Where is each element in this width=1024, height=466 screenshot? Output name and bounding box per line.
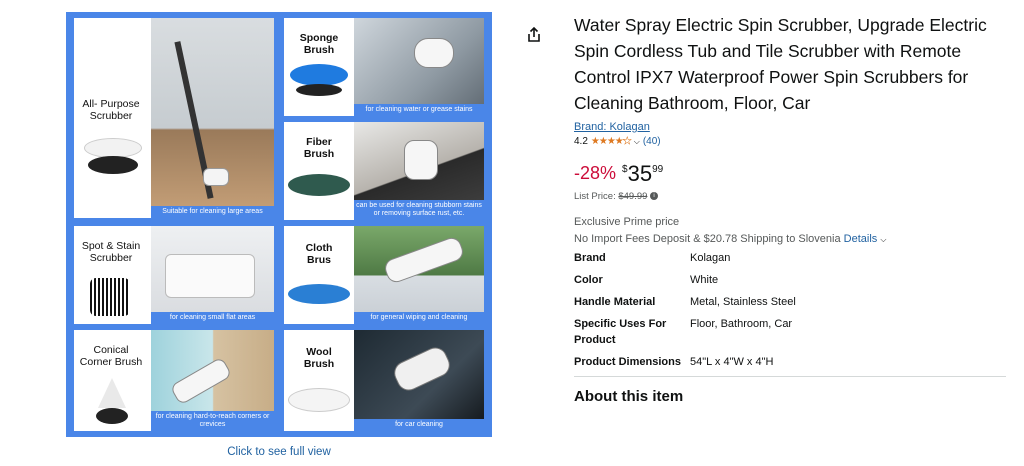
tile-wool-brush: Wool Brush for car cleaning bbox=[284, 330, 484, 431]
conical-base bbox=[96, 408, 128, 424]
spec-row: Brand Kolagan bbox=[574, 250, 1006, 266]
brush-base bbox=[88, 156, 138, 174]
spec-value: White bbox=[690, 274, 719, 286]
spec-row: Product Dimensions 54"L x 4"W x 4"H bbox=[574, 354, 1006, 370]
spec-table: Brand Kolagan Color White Handle Materia… bbox=[574, 250, 1006, 370]
fiber-pad bbox=[288, 174, 350, 196]
tile-caption: for general wiping and cleaning bbox=[354, 312, 484, 324]
product-title: Water Spray Electric Spin Scrubber, Upgr… bbox=[574, 15, 987, 113]
tile-label: Wool Brush bbox=[303, 346, 335, 370]
discount-badge: -28% bbox=[574, 163, 617, 183]
tile-caption: for cleaning water or grease stains bbox=[354, 104, 484, 116]
spec-key: Handle Material bbox=[574, 296, 656, 308]
tile-cloth-brush: Cloth Brus for general wiping and cleani… bbox=[284, 226, 484, 324]
star-rating-icon[interactable]: ★★★★★ bbox=[591, 136, 632, 148]
spec-value: Metal, Stainless Steel bbox=[690, 296, 796, 308]
see-full-view-link[interactable]: Click to see full view bbox=[66, 446, 492, 458]
spec-key: Brand bbox=[574, 252, 606, 264]
bristle-brush bbox=[90, 278, 130, 316]
spec-value: 54"L x 4"W x 4"H bbox=[690, 356, 774, 368]
tile-label: Spot & Stain Scrubber bbox=[81, 240, 141, 264]
tile-caption: Suitable for cleaning large areas bbox=[151, 206, 274, 218]
tile-label: All- Purpose Scrubber bbox=[82, 98, 140, 122]
spec-row: Handle Material Metal, Stainless Steel bbox=[574, 294, 1006, 310]
tile-caption: can be used for cleaning stubborn stains… bbox=[354, 200, 484, 220]
sponge-base bbox=[296, 84, 342, 96]
divider bbox=[574, 376, 1006, 377]
spec-value: Kolagan bbox=[690, 252, 731, 264]
tile-photo bbox=[151, 18, 274, 218]
product-info: Water Spray Electric Spin Scrubber, Upgr… bbox=[574, 12, 1006, 405]
tile-all-purpose-scrubber: All- Purpose Scrubber Suitable for clean… bbox=[74, 18, 274, 218]
spec-value: Floor, Bathroom, Car bbox=[690, 318, 793, 330]
about-heading: About this item bbox=[574, 388, 684, 405]
list-price-label: List Price: bbox=[574, 191, 616, 202]
rating-row: 4.2 ★★★★★ ⌵ (40) bbox=[574, 136, 1006, 148]
review-count-link[interactable]: (40) bbox=[643, 136, 661, 147]
spec-key: Color bbox=[574, 274, 603, 286]
chevron-down-icon[interactable]: ⌵ bbox=[880, 235, 886, 244]
shipping-text: No Import Fees Deposit & $20.78 Shipping… bbox=[574, 233, 841, 245]
tile-photo bbox=[354, 226, 484, 324]
tile-conical-corner-brush: Conical Corner Brush for cleaning hard-t… bbox=[74, 330, 274, 431]
share-icon[interactable] bbox=[524, 25, 544, 45]
tile-caption: for car cleaning bbox=[354, 419, 484, 431]
tile-spot-stain-scrubber: Spot & Stain Scrubber for cleaning small… bbox=[74, 226, 274, 324]
price-whole: 35 bbox=[627, 161, 653, 186]
tile-caption: for cleaning hard-to-reach corners or cr… bbox=[151, 411, 274, 431]
tile-label: Conical Corner Brush bbox=[79, 344, 143, 368]
tile-sponge-brush: Sponge Brush for cleaning water or greas… bbox=[284, 18, 484, 116]
wool-pad bbox=[288, 388, 350, 412]
chevron-down-icon[interactable]: ⌵ bbox=[634, 137, 640, 147]
info-icon[interactable]: i bbox=[650, 192, 659, 201]
tile-fiber-brush: Fiber Brush can be used for cleaning stu… bbox=[284, 122, 484, 220]
rating-value: 4.2 bbox=[574, 136, 588, 147]
cloth-pad bbox=[288, 284, 350, 304]
spec-key: Product Dimensions bbox=[574, 356, 681, 368]
tile-label: Cloth Brus bbox=[305, 242, 333, 266]
tile-caption: for cleaning small flat areas bbox=[151, 312, 274, 324]
tile-photo bbox=[151, 226, 274, 324]
prime-note: Exclusive Prime price bbox=[574, 216, 680, 228]
spec-row: Color White bbox=[574, 272, 1006, 288]
price-fraction: 99 bbox=[652, 164, 664, 175]
price-row: -28% $ 35 99 bbox=[574, 163, 1006, 185]
tile-label: Fiber Brush bbox=[303, 136, 335, 160]
details-link[interactable]: Details bbox=[844, 233, 878, 245]
conical-brush bbox=[98, 378, 126, 408]
tile-photo bbox=[354, 18, 484, 116]
spec-row: Specific Uses For Product Floor, Bathroo… bbox=[574, 316, 1006, 348]
tile-photo bbox=[354, 330, 484, 431]
shipping-info: No Import Fees Deposit & $20.78 Shipping… bbox=[574, 233, 1006, 245]
list-price-row: List Price: $49.99 i bbox=[574, 191, 1006, 202]
brush-head bbox=[84, 138, 142, 158]
brand-link[interactable]: Brand: Kolagan bbox=[574, 121, 1006, 133]
product-main-image[interactable]: All- Purpose Scrubber Suitable for clean… bbox=[66, 12, 492, 437]
sponge-pad bbox=[290, 64, 348, 86]
tile-label: Sponge Brush bbox=[299, 32, 339, 56]
spec-key: Specific Uses For Product bbox=[574, 318, 667, 346]
list-price-value: $49.99 bbox=[618, 191, 648, 202]
